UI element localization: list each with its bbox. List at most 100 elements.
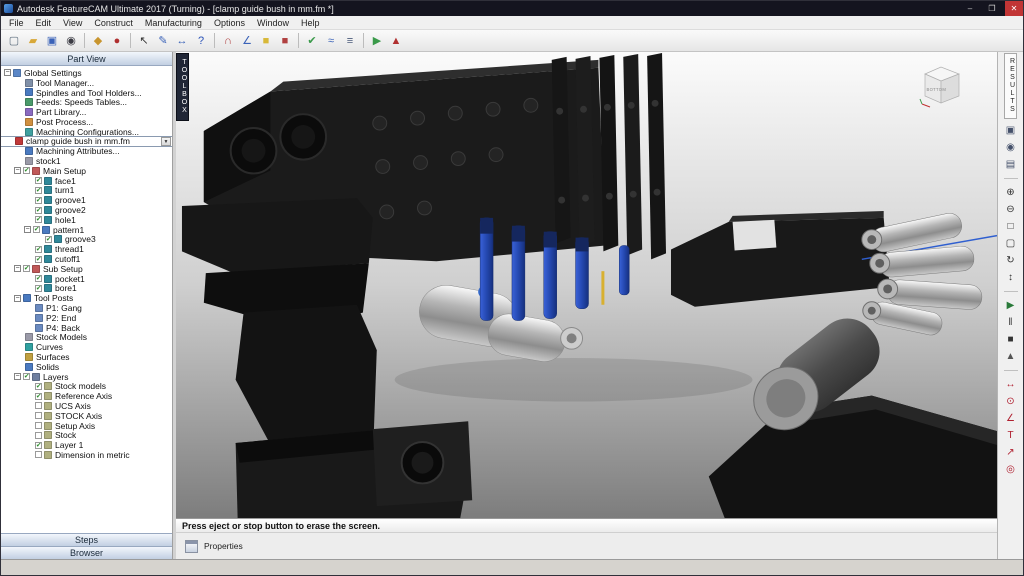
- snapshot-icon[interactable]: ◉: [1002, 139, 1020, 156]
- close-button[interactable]: ✕: [1005, 1, 1023, 16]
- toolpath-icon[interactable]: ≈: [322, 32, 340, 50]
- tree-item-machining-configurations[interactable]: Machining Configurations...: [1, 127, 172, 137]
- measure-point-icon[interactable]: ⊙: [1002, 393, 1020, 410]
- tree-checkbox[interactable]: ✔: [35, 197, 42, 204]
- tree-item-global-settings[interactable]: −Global Settings: [1, 68, 172, 78]
- tree-checkbox[interactable]: ✔: [35, 207, 42, 214]
- tree-item-feeds-speeds-tables[interactable]: Feeds: Speeds Tables...: [1, 97, 172, 107]
- tree-item-groove2[interactable]: ✔groove2: [1, 205, 172, 215]
- menu-construct[interactable]: Construct: [88, 16, 139, 29]
- tree-item-layer-1[interactable]: ✔Layer 1: [1, 440, 172, 450]
- menu-options[interactable]: Options: [208, 16, 251, 29]
- tree-item-sub-setup[interactable]: −✔Sub Setup: [1, 264, 172, 274]
- tree-checkbox[interactable]: ✔: [23, 265, 30, 272]
- tree-expander-icon[interactable]: −: [4, 69, 11, 76]
- steps-panel-button[interactable]: Steps: [1, 533, 172, 546]
- stock-box-icon[interactable]: ■: [257, 32, 275, 50]
- simulation-eject-icon[interactable]: ▲: [387, 32, 405, 50]
- tree-item-layers[interactable]: −✔Layers: [1, 372, 172, 382]
- menu-edit[interactable]: Edit: [30, 16, 58, 29]
- properties-bar[interactable]: Properties: [176, 532, 997, 559]
- minimize-button[interactable]: –: [961, 1, 979, 16]
- tree-item-p4-back[interactable]: P4: Back: [1, 323, 172, 333]
- tree-item-stock-models[interactable]: Stock Models: [1, 333, 172, 343]
- maximize-button[interactable]: ❐: [983, 1, 1001, 16]
- view-cube-graphic[interactable]: BOTTOM: [919, 62, 963, 108]
- tree-item-clamp-guide-bush-in-mm-fm[interactable]: clamp guide bush in mm.fm▼: [1, 137, 172, 147]
- tree-item-tool-posts[interactable]: −Tool Posts: [1, 293, 172, 303]
- tree-checkbox[interactable]: ✔: [35, 442, 42, 449]
- tree-expander-icon[interactable]: −: [14, 265, 21, 272]
- save-icon[interactable]: ▣: [43, 32, 61, 50]
- pan-view-icon[interactable]: ↕: [1002, 269, 1020, 286]
- tree-checkbox[interactable]: [35, 432, 42, 439]
- tree-item-surfaces[interactable]: Surfaces: [1, 352, 172, 362]
- annotate-arrow-icon[interactable]: ↗: [1002, 444, 1020, 461]
- sim-play-icon[interactable]: ▶: [1002, 297, 1020, 314]
- select-cursor-icon[interactable]: ↖: [135, 32, 153, 50]
- tree-item-ucs-axis[interactable]: UCS Axis: [1, 401, 172, 411]
- tree-item-dimension-in-metric[interactable]: Dimension in metric: [1, 450, 172, 460]
- tree-item-curves[interactable]: Curves: [1, 342, 172, 352]
- construct-axes-icon[interactable]: ∠: [238, 32, 256, 50]
- tree-expander-icon[interactable]: −: [14, 295, 21, 302]
- open-folder-icon[interactable]: ▰: [24, 32, 42, 50]
- new-document-icon[interactable]: ▢: [5, 32, 23, 50]
- measure-angle-icon[interactable]: ∠: [1002, 410, 1020, 427]
- sim-eject-icon[interactable]: ▲: [1002, 348, 1020, 365]
- zoom-in-icon[interactable]: ⊕: [1002, 184, 1020, 201]
- tree-checkbox[interactable]: ✔: [23, 167, 30, 174]
- zoom-window-icon[interactable]: □: [1002, 218, 1020, 235]
- toolbox-tab[interactable]: TOOLBOX: [176, 53, 189, 121]
- tree-item-thread1[interactable]: ✔thread1: [1, 244, 172, 254]
- tree-item-tool-manager[interactable]: Tool Manager...: [1, 78, 172, 88]
- sketch-icon[interactable]: ✎: [154, 32, 172, 50]
- tree-item-cutoff1[interactable]: ✔cutoff1: [1, 254, 172, 264]
- menu-help[interactable]: Help: [295, 16, 326, 29]
- view-sphere-icon[interactable]: ◉: [62, 32, 80, 50]
- tree-checkbox[interactable]: ✔: [35, 393, 42, 400]
- tree-checkbox[interactable]: ✔: [45, 236, 52, 243]
- tree-item-spindles-and-tool-holders[interactable]: Spindles and Tool Holders...: [1, 88, 172, 98]
- tree-checkbox[interactable]: ✔: [35, 177, 42, 184]
- browser-panel-button[interactable]: Browser: [1, 546, 172, 559]
- tree-item-pocket1[interactable]: ✔pocket1: [1, 274, 172, 284]
- tree-checkbox[interactable]: ✔: [35, 246, 42, 253]
- results-tab[interactable]: RESULTS: [1004, 53, 1017, 119]
- menu-view[interactable]: View: [57, 16, 88, 29]
- menu-file[interactable]: File: [3, 16, 30, 29]
- tree-checkbox[interactable]: ✔: [35, 275, 42, 282]
- tree-checkbox[interactable]: ✔: [33, 226, 40, 233]
- zoom-out-icon[interactable]: ⊖: [1002, 201, 1020, 218]
- tree-item-groove3[interactable]: ✔groove3: [1, 235, 172, 245]
- feature-check-icon[interactable]: ✔: [303, 32, 321, 50]
- menu-manufacturing[interactable]: Manufacturing: [139, 16, 208, 29]
- tree-item-stock[interactable]: Stock: [1, 430, 172, 440]
- tree-checkbox[interactable]: ✔: [35, 383, 42, 390]
- simulation-play-icon[interactable]: ▶: [368, 32, 386, 50]
- op-list-icon[interactable]: ≡: [341, 32, 359, 50]
- tree-checkbox[interactable]: [35, 451, 42, 458]
- view-cube[interactable]: BOTTOM: [919, 62, 963, 113]
- tree-checkbox[interactable]: [35, 402, 42, 409]
- tree-item-reference-axis[interactable]: ✔Reference Axis: [1, 391, 172, 401]
- snap-magnet-icon[interactable]: ∩: [219, 32, 237, 50]
- tree-item-setup-axis[interactable]: Setup Axis: [1, 421, 172, 431]
- tree-item-stock1[interactable]: stock1: [1, 156, 172, 166]
- tree-item-solids[interactable]: Solids: [1, 362, 172, 372]
- viewport-3d[interactable]: TOOLBOX BOTTOM: [176, 52, 997, 518]
- sim-pause-icon[interactable]: ‖: [1002, 314, 1020, 331]
- measure-diamond-icon[interactable]: ◆: [89, 32, 107, 50]
- dimension-icon[interactable]: ↔: [173, 32, 191, 50]
- tree-checkbox[interactable]: [35, 412, 42, 419]
- tree-item-stock-models[interactable]: ✔Stock models: [1, 382, 172, 392]
- stock-simulate-icon[interactable]: ●: [108, 32, 126, 50]
- tree-expander-icon[interactable]: −: [14, 373, 21, 380]
- tree-checkbox[interactable]: [35, 422, 42, 429]
- tree-item-p1-gang[interactable]: P1: Gang: [1, 303, 172, 313]
- sim-stop-icon[interactable]: ■: [1002, 331, 1020, 348]
- tree-checkbox[interactable]: ✔: [23, 373, 30, 380]
- tree-item-main-setup[interactable]: −✔Main Setup: [1, 166, 172, 176]
- tree-item-machining-attributes[interactable]: Machining Attributes...: [1, 146, 172, 156]
- tree-item-stock-axis[interactable]: STOCK Axis: [1, 411, 172, 421]
